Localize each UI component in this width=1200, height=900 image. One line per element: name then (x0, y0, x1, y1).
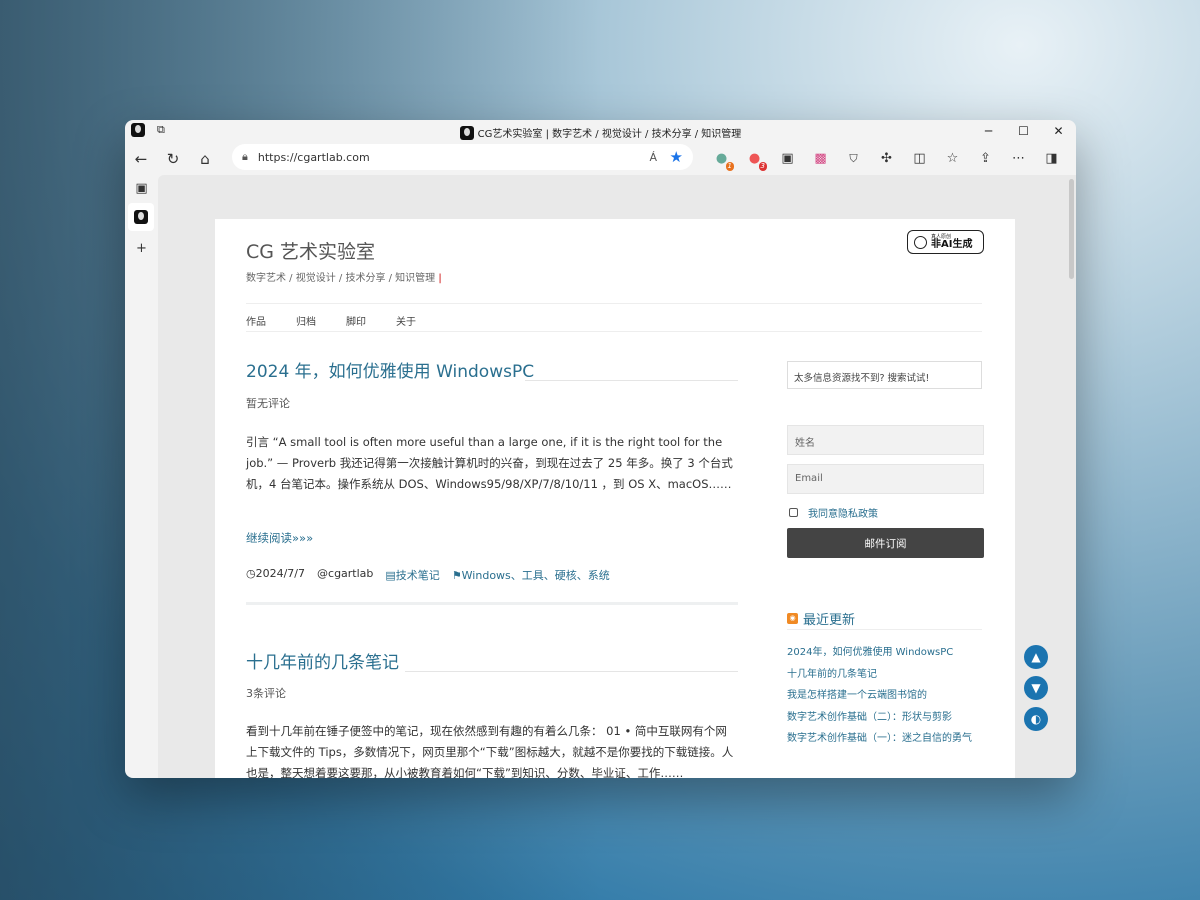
menu-item-footprint[interactable]: 脚印 (346, 313, 366, 328)
menu-item-archive[interactable]: 归档 (296, 313, 316, 328)
extension-3-icon[interactable]: ▣ (771, 151, 804, 166)
blog-page: CG 艺术实验室 数字艺术 / 视觉设计 / 技术分享 / 知识管理 | 真人原… (215, 219, 1015, 778)
browser-window: ⧉ CG艺术实验室 | 数字艺术 / 视觉设计 / 技术分享 / 知识管理 ─ … (125, 120, 1076, 778)
divider (525, 380, 738, 381)
menu-item-about[interactable]: 关于 (396, 313, 416, 328)
privacy-agree[interactable]: 我同意隐私政策 (789, 505, 878, 520)
rss-icon: ◉ (787, 613, 798, 624)
post-date: ◷2024/7/7 (246, 567, 306, 580)
recent-post-link[interactable]: 数字艺术创作基础（二）：形状与剪影 (787, 707, 987, 729)
scrollbar[interactable] (1069, 179, 1074, 279)
divider (246, 331, 982, 332)
sidebar-toggle-icon[interactable]: ◨ (1035, 151, 1068, 166)
recent-post-link[interactable]: 我是怎样搭建一个云端图书馆的 (787, 685, 987, 707)
recent-posts-heading: ◉ 最近更新 (787, 609, 855, 628)
vertical-tabs: ▣ + (125, 175, 158, 778)
divider (787, 629, 982, 630)
title-bar: ⧉ CG艺术实验室 | 数字艺术 / 视觉设计 / 技术分享 / 知识管理 ─ … (125, 120, 1076, 142)
tab-actions-icon[interactable]: ▣ (125, 175, 158, 203)
more-menu-icon[interactable]: ⋯ (1002, 151, 1035, 166)
typing-caret: | (438, 273, 442, 284)
privacy-label[interactable]: 我同意隐私政策 (808, 505, 878, 520)
post-separator (246, 602, 738, 605)
subscribe-button[interactable]: 邮件订阅 (787, 528, 984, 558)
share-icon[interactable]: ⇪ (969, 151, 1002, 166)
ublock-icon[interactable]: ⛉ (837, 152, 870, 166)
post-excerpt: 引言 “A small tool is often more useful th… (246, 435, 733, 491)
recent-posts-list: 2024年，如何优雅使用 WindowsPC 十几年前的几条笔记 我是怎样搭建一… (787, 642, 987, 750)
extension-2-icon[interactable]: ● 3 (738, 151, 771, 171)
maximize-button[interactable]: ☐ (1006, 120, 1041, 142)
scroll-down-icon[interactable]: ▼ (1024, 676, 1048, 700)
email-field[interactable]: Email (787, 464, 984, 494)
extensions-bar: ● 1 ● 3 ▣ ▩ ⛉ ✣ ◫ ☆ ⇪ ⋯ ◨ (705, 142, 1068, 175)
name-field[interactable]: 姓名 (787, 425, 984, 455)
close-button[interactable]: ✕ (1041, 120, 1076, 142)
not-ai-badge: 真人原创 非AI生成 (907, 230, 984, 254)
lock-icon[interactable]: 🔒︎ (242, 150, 248, 164)
extension-1-icon[interactable]: ● 1 (705, 151, 738, 171)
post-title[interactable]: 2024 年，如何优雅使用 WindowsPC (246, 357, 534, 382)
divider (246, 303, 982, 304)
recent-post-link[interactable]: 2024年，如何优雅使用 WindowsPC (787, 642, 987, 664)
tab-cgartlab[interactable] (128, 203, 154, 231)
back-icon[interactable]: ← (125, 145, 157, 173)
smiley-icon (914, 235, 927, 249)
site-favicon (459, 125, 474, 140)
site-description: 数字艺术 / 视觉设计 / 技术分享 / 知识管理 | (246, 269, 442, 284)
theme-toggle-icon[interactable]: ◐ (1024, 707, 1048, 731)
page-viewport: CG 艺术实验室 数字艺术 / 视觉设计 / 技术分享 / 知识管理 | 真人原… (158, 175, 1076, 778)
post-meta: ◷2024/7/7 @cgartlab ▤技术笔记 ⚑Windows、工具、硬核… (246, 567, 610, 583)
site-description-text: 数字艺术 / 视觉设计 / 技术分享 / 知识管理 (246, 273, 436, 284)
url-text[interactable]: https://cgartlab.com (258, 151, 370, 164)
favorites-icon[interactable]: ☆ (936, 151, 969, 166)
extension-4-icon[interactable]: ▩ (804, 151, 837, 166)
browser-toolbar: ← ↻ ⌂ 🔒︎ https://cgartlab.com Á ★ ● 1 ● 3… (125, 142, 1076, 175)
post-category[interactable]: ▤技术笔记 (385, 567, 439, 583)
split-screen-icon[interactable]: ◫ (903, 151, 936, 166)
new-tab-icon[interactable]: + (125, 235, 158, 263)
search-input[interactable]: 太多信息资源找不到? 搜索试试! (787, 361, 982, 389)
post-tags[interactable]: ⚑Windows、工具、硬核、系统 (452, 567, 610, 583)
home-icon[interactable]: ⌂ (189, 145, 221, 173)
refresh-icon[interactable]: ↻ (157, 145, 189, 173)
address-bar[interactable]: 🔒︎ https://cgartlab.com Á ★ (232, 144, 693, 170)
floating-buttons: ▲ ▼ ◐ (1024, 645, 1048, 731)
menu-item-works[interactable]: 作品 (246, 313, 266, 328)
scroll-up-icon[interactable]: ▲ (1024, 645, 1048, 669)
site-title[interactable]: CG 艺术实验室 (246, 237, 375, 264)
post-author[interactable]: @cgartlab (317, 567, 373, 583)
post-comments[interactable]: 暂无评论 (246, 395, 290, 411)
recent-title-text: 最近更新 (803, 613, 856, 628)
badge-big-text: 非AI生成 (931, 238, 973, 250)
recent-post-link[interactable]: 数字艺术创作基础（一）：迷之自信的勇气 (787, 728, 987, 750)
read-aloud-icon[interactable]: Á (649, 151, 657, 164)
post-excerpt: 看到十几年前在锤子便签中的笔记，现在依然感到有趣的有着么几条： 01 • 简中互… (246, 724, 734, 778)
extensions-puzzle-icon[interactable]: ✣ (870, 151, 903, 166)
post-title[interactable]: 十几年前的几条笔记 (246, 648, 399, 673)
privacy-checkbox[interactable] (789, 508, 798, 517)
recent-post-link[interactable]: 十几年前的几条笔记 (787, 664, 987, 686)
post-comments[interactable]: 3条评论 (246, 685, 286, 701)
window-title: CG艺术实验室 | 数字艺术 / 视觉设计 / 技术分享 / 知识管理 (477, 129, 742, 140)
minimize-button[interactable]: ─ (971, 120, 1006, 142)
favorite-star-icon[interactable]: ★ (670, 148, 683, 166)
main-menu: 作品 归档 脚印 关于 (246, 313, 416, 328)
read-more-link[interactable]: 继续阅读»»» (246, 530, 313, 546)
divider (405, 671, 738, 672)
